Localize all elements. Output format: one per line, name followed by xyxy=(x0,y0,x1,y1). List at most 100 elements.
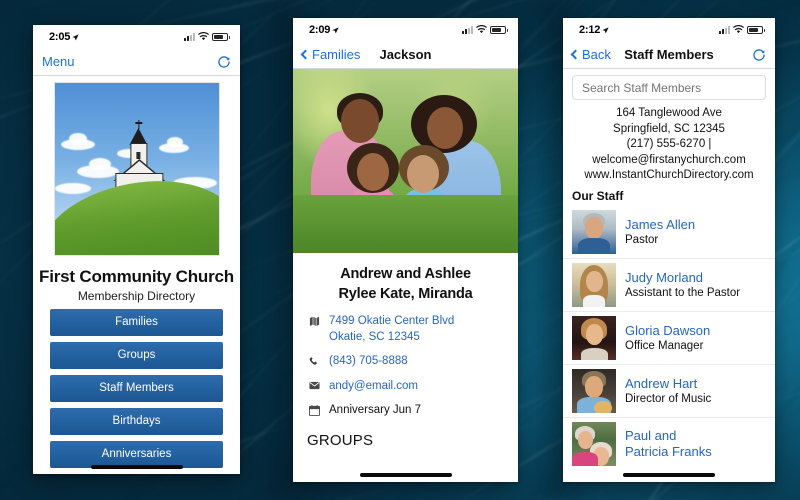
battery-icon xyxy=(747,26,763,34)
status-icons xyxy=(184,28,228,46)
home-indicator xyxy=(563,473,775,477)
battery-icon xyxy=(212,33,228,41)
church-on-hill-photo xyxy=(54,82,220,256)
staff-info: Paul and Patricia Franks xyxy=(625,428,712,459)
status-time: 2:09 xyxy=(309,24,330,36)
battery-icon xyxy=(490,26,506,34)
staff-role: Office Manager xyxy=(625,340,710,352)
status-bar: 2:05 xyxy=(33,25,240,48)
phone-screen-staff-members: 2:12 Back Staff Members 16 xyxy=(563,18,775,482)
staff-info: Gloria Dawson Office Manager xyxy=(625,323,710,353)
location-arrow-icon xyxy=(332,25,339,32)
phone-screen-home: 2:05 Menu First Community Church Members… xyxy=(33,25,240,474)
staff-info: Andrew Hart Director of Music xyxy=(625,376,711,406)
tower-window xyxy=(136,152,140,159)
nav-bar: Families Jackson xyxy=(293,41,518,69)
address-line-2: Okatie, SC 12345 xyxy=(329,331,420,343)
address-line-1: 164 Tanglewood Ave xyxy=(569,106,769,122)
avatar xyxy=(572,210,616,254)
calendar-icon xyxy=(307,403,321,416)
staff-row-paul-and-patricia-franks[interactable]: Paul and Patricia Franks xyxy=(563,418,775,470)
back-button-families[interactable]: Families xyxy=(302,47,360,62)
search-input[interactable] xyxy=(572,75,766,100)
status-bar: 2:12 xyxy=(563,18,775,41)
cellular-signal-icon xyxy=(719,26,730,34)
staff-row-gloria-dawson[interactable]: Gloria Dawson Office Manager xyxy=(563,312,775,365)
home-indicator xyxy=(33,465,240,469)
menu-button-groups[interactable]: Groups xyxy=(50,342,223,369)
address-line-4: welcome@firstanychurch.com xyxy=(569,153,769,169)
wifi-icon xyxy=(198,28,209,46)
staff-role: Pastor xyxy=(625,234,695,246)
back-button[interactable]: Back xyxy=(572,47,611,62)
cellular-signal-icon xyxy=(184,33,195,41)
menu-button-anniversaries[interactable]: Anniversaries xyxy=(50,441,223,468)
person-boy-head xyxy=(407,155,439,193)
family-info-list: 7499 Okatie Center Blvd Okatie, SC 12345… xyxy=(293,306,518,419)
staff-name: Judy Morland xyxy=(625,270,740,286)
staff-row-andrew-hart[interactable]: Andrew Hart Director of Music xyxy=(563,365,775,418)
map-icon xyxy=(307,314,321,327)
staff-name: James Allen xyxy=(625,217,695,233)
nav-bar: Back Staff Members xyxy=(563,41,775,69)
main-menu-buttons: Families Groups Staff Members Birthdays … xyxy=(33,303,240,474)
status-bar: 2:09 xyxy=(293,18,518,41)
section-header-our-staff: Our Staff xyxy=(563,187,775,206)
church-address-block: 164 Tanglewood Ave Springfield, SC 12345… xyxy=(563,104,775,187)
home-content: First Community Church Membership Direct… xyxy=(33,76,240,474)
family-portrait-photo xyxy=(293,69,518,253)
avatar xyxy=(572,369,616,413)
status-time-group: 2:12 xyxy=(579,24,609,36)
wifi-icon xyxy=(733,21,744,39)
page-title: First Community Church xyxy=(33,267,240,287)
nav-bar: Menu xyxy=(33,48,240,76)
staff-info: James Allen Pastor xyxy=(625,217,695,247)
status-icons xyxy=(719,21,763,39)
avatar xyxy=(572,316,616,360)
staff-list: James Allen Pastor Judy Morland Assistan… xyxy=(563,206,775,470)
back-label: Back xyxy=(582,47,611,62)
info-email-text: andy@email.com xyxy=(329,379,418,395)
phone-screen-family-detail: 2:09 Families Jackson Andrew and Ashlee … xyxy=(293,18,518,482)
refresh-icon[interactable] xyxy=(752,48,766,62)
menu-button-staff-members[interactable]: Staff Members xyxy=(50,375,223,402)
location-arrow-icon xyxy=(72,32,79,39)
home-indicator xyxy=(293,473,518,477)
status-time: 2:12 xyxy=(579,24,600,36)
info-row-address[interactable]: 7499 Okatie Center Blvd Okatie, SC 12345 xyxy=(307,314,504,345)
cloud xyxy=(89,158,111,170)
info-anniversary-text: Anniversary Jun 7 xyxy=(329,403,421,419)
menu-button-birthdays[interactable]: Birthdays xyxy=(50,408,223,435)
staff-name: Paul and xyxy=(625,428,712,444)
status-time-group: 2:05 xyxy=(49,31,79,43)
refresh-icon[interactable] xyxy=(217,55,231,69)
cloud xyxy=(167,137,183,147)
person-father-head xyxy=(341,99,379,143)
menu-button[interactable]: Menu xyxy=(42,54,75,69)
mail-icon xyxy=(307,379,321,390)
staff-role: Director of Music xyxy=(625,393,711,405)
cloud xyxy=(55,183,91,194)
family-names-line-1: Andrew and Ashlee xyxy=(303,265,508,285)
staff-row-james-allen[interactable]: James Allen Pastor xyxy=(563,206,775,259)
status-time-group: 2:09 xyxy=(309,24,339,36)
family-names: Andrew and Ashlee Rylee Kate, Miranda xyxy=(293,253,518,306)
cellular-signal-icon xyxy=(462,26,473,34)
staff-role: Assistant to the Pastor xyxy=(625,287,740,299)
location-arrow-icon xyxy=(602,25,609,32)
person-girl-head xyxy=(357,153,389,191)
status-time: 2:05 xyxy=(49,31,70,43)
staff-row-judy-morland[interactable]: Judy Morland Assistant to the Pastor xyxy=(563,259,775,312)
info-phone-text: (843) 705-8888 xyxy=(329,354,408,370)
status-icons xyxy=(462,21,506,39)
info-address-text: 7499 Okatie Center Blvd Okatie, SC 12345 xyxy=(329,314,454,345)
avatar xyxy=(572,422,616,466)
info-row-phone[interactable]: (843) 705-8888 xyxy=(307,354,504,370)
menu-button-families[interactable]: Families xyxy=(50,309,223,336)
search-container xyxy=(563,69,775,104)
info-row-email[interactable]: andy@email.com xyxy=(307,379,504,395)
cloud xyxy=(69,133,87,144)
groups-section-label[interactable]: GROUPS xyxy=(293,428,518,449)
grass-foreground xyxy=(293,195,518,253)
avatar xyxy=(572,263,616,307)
